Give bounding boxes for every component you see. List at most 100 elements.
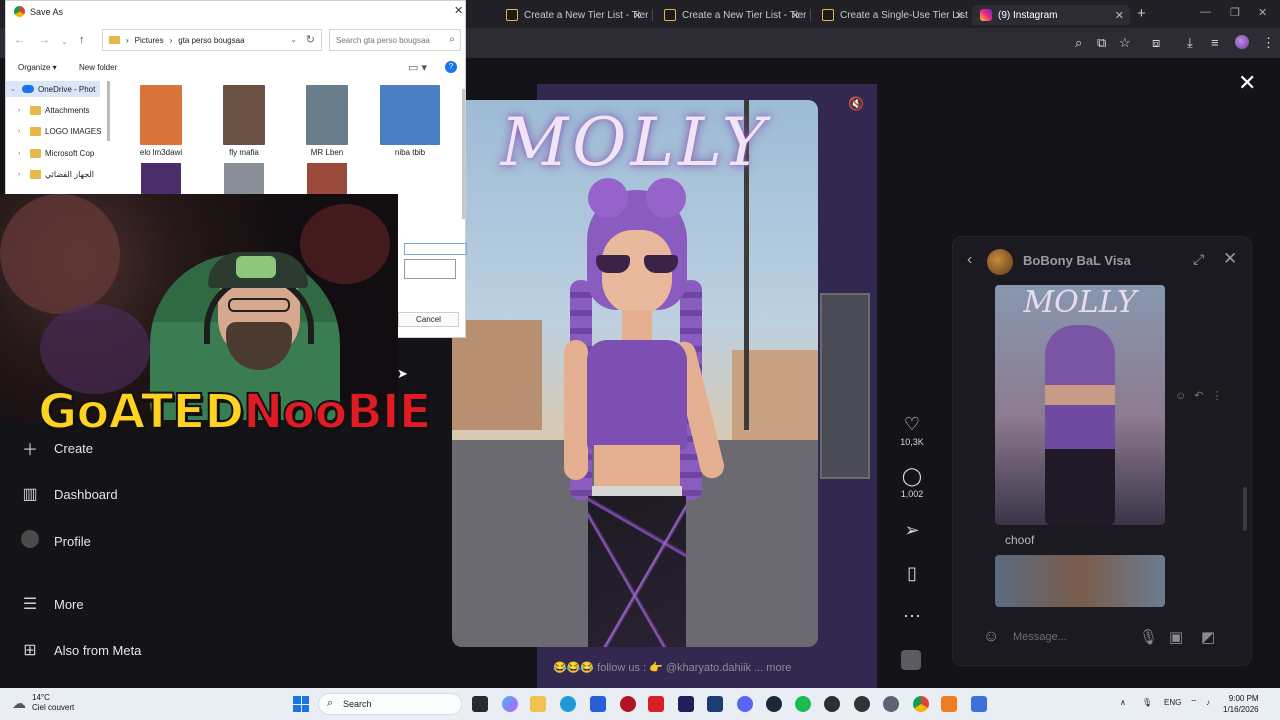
file-item[interactable]: fly mafia [204,81,284,157]
network-icon[interactable]: ⌔ [1190,698,1198,708]
next-post-preview[interactable] [820,293,870,479]
organize-button[interactable]: Organize ▾ [18,63,57,72]
windows-start-icon[interactable] [293,696,309,712]
new-tab-button[interactable]: + [1137,5,1146,22]
nav-folder[interactable]: › LOGO IMAGES [18,127,112,136]
share-action[interactable]: ➢ [898,520,926,541]
save-as-type-select[interactable] [404,259,456,279]
copilot-icon[interactable] [502,696,518,712]
sticker-icon[interactable]: ◩ [1201,628,1215,646]
file-explorer-icon[interactable] [530,696,546,712]
breadcrumb-item[interactable]: gta perso bougsaa [178,36,244,45]
back-icon[interactable]: ‹ [967,251,972,269]
forward-icon[interactable]: → [39,34,50,46]
audio-thumbnail[interactable] [901,650,921,670]
scrollbar[interactable] [462,89,465,219]
scrollbar[interactable] [107,81,110,141]
bookmark-star-icon[interactable]: ☆ [1119,35,1131,51]
file-item[interactable]: elo lm3dawi [121,81,201,157]
netflix-icon[interactable] [648,696,664,712]
search-input[interactable]: Search gta perso bougsaa ⌕ [329,29,461,51]
discord-icon[interactable] [737,696,753,712]
dm-contact-name[interactable]: BoBony BaL Visa [1023,253,1131,268]
chrome-icon[interactable] [913,696,929,712]
opera-icon[interactable] [620,696,636,712]
nav-folder[interactable]: › Attachments [18,106,112,115]
microphone-icon[interactable]: 🎙 [1142,698,1152,707]
snipping-tool-icon[interactable] [971,696,987,712]
chevron-down-icon[interactable]: ⌄ [10,85,18,93]
obs-icon[interactable] [854,696,870,712]
save-action[interactable]: ▯ [898,563,926,584]
chevron-right-icon[interactable]: › [18,150,26,157]
image-icon[interactable]: ▣ [1169,628,1183,646]
like-action[interactable]: ♡ 10,3K [898,414,926,447]
system-clock[interactable]: 9:00 PM 1/16/2026 [1223,693,1259,715]
language-indicator[interactable]: ENG [1164,698,1181,707]
extensions-icon[interactable]: ⧈ [1152,35,1160,51]
file-name-field[interactable] [404,243,467,255]
dialog-close-icon[interactable]: ✕ [454,4,463,17]
up-icon[interactable]: ↑ [79,34,85,46]
file-item[interactable]: MR Lben [287,81,367,157]
zoom-icon[interactable]: ⌕ [1075,35,1082,51]
tray-chevron-icon[interactable]: ∧ [1120,698,1126,707]
app-icon[interactable] [941,696,957,712]
browser-menu-icon[interactable]: ⋮ [1262,35,1275,51]
message-input[interactable]: ☺ Message... 🎙 ▣ ◩ [967,620,1239,656]
nav-folder[interactable]: › Microsoft Cop [18,149,112,158]
close-icon[interactable]: ✕ [1223,249,1237,269]
shared-image[interactable] [995,555,1165,607]
comment-action[interactable]: ◯ 1,002 [898,466,926,499]
app-icon[interactable] [824,696,840,712]
tab-instagram[interactable]: (9) Instagram ✕ [972,5,1130,25]
nav-dashboard[interactable]: ▥ Dashboard [20,484,117,504]
address-bar[interactable]: › Pictures › gta perso bougsaa ⌄ ↻ [102,29,322,51]
mute-icon[interactable]: 🔇 [848,96,864,112]
tab-tiermaker-3[interactable]: Create a Single-Use Tier List (P ✕ [814,5,970,25]
cast-icon[interactable]: ⧉ [1097,35,1106,51]
view-options-icon[interactable]: ▭ ▾ [408,61,427,74]
close-tab-icon[interactable]: ✕ [633,9,642,22]
close-tab-icon[interactable]: ✕ [1115,9,1124,22]
expand-icon[interactable]: ⤢ [1193,251,1204,268]
steam-icon[interactable] [766,696,782,712]
help-icon[interactable]: ? [445,61,457,73]
file-item[interactable]: niba tbib [370,81,450,157]
chevron-right-icon[interactable]: › [18,107,26,114]
message-actions[interactable]: ☺↶⋮ [1175,389,1230,402]
close-tab-icon[interactable]: ✕ [791,9,800,22]
taskbar-search[interactable]: ⌕ Search [318,693,462,715]
back-icon[interactable]: ← [14,34,25,46]
more-options[interactable]: ⋯ [898,606,926,627]
close-tab-icon[interactable]: ✕ [955,9,964,22]
shared-image[interactable]: MOLLY [995,285,1165,525]
weather-widget[interactable]: ☁ 14°C Ciel couvert [12,693,74,713]
window-close-icon[interactable]: ✕ [1258,6,1267,19]
media-icon[interactable]: ≡ [1211,35,1219,50]
store-icon[interactable] [590,696,606,712]
tab-tiermaker-1[interactable]: Create a New Tier List - TierMa ✕ [498,5,648,25]
browser-profile-avatar[interactable] [1235,35,1249,49]
photoshop-icon[interactable] [707,696,723,712]
chevron-down-icon[interactable]: ⌄ [290,35,297,44]
recent-locations-icon[interactable]: ⌄ [61,37,68,46]
nav-also-from-meta[interactable]: ⊞ Also from Meta [20,640,141,660]
avatar[interactable] [987,249,1013,275]
volume-icon[interactable]: ♪ [1206,698,1210,707]
mic-icon[interactable]: 🎙 [1139,628,1158,646]
premiere-icon[interactable] [678,696,694,712]
nav-folder[interactable]: › الجهاز الفضائي [18,170,112,179]
task-view-icon[interactable] [472,696,488,712]
emoji-icon[interactable]: ☺ [983,628,999,646]
settings-icon[interactable] [883,696,899,712]
nav-profile[interactable]: Profile [20,530,91,553]
cancel-button[interactable]: Cancel [398,312,459,327]
minimize-icon[interactable]: — [1200,6,1211,18]
nav-onedrive[interactable]: ⌄ OneDrive - Phot [6,81,100,97]
download-icon[interactable]: ⤓ [1187,35,1193,51]
close-post-icon[interactable]: ✕ [1238,70,1256,96]
tab-tiermaker-2[interactable]: Create a New Tier List - TierMa ✕ [656,5,806,25]
spotify-icon[interactable] [795,696,811,712]
refresh-icon[interactable]: ↻ [306,33,315,46]
